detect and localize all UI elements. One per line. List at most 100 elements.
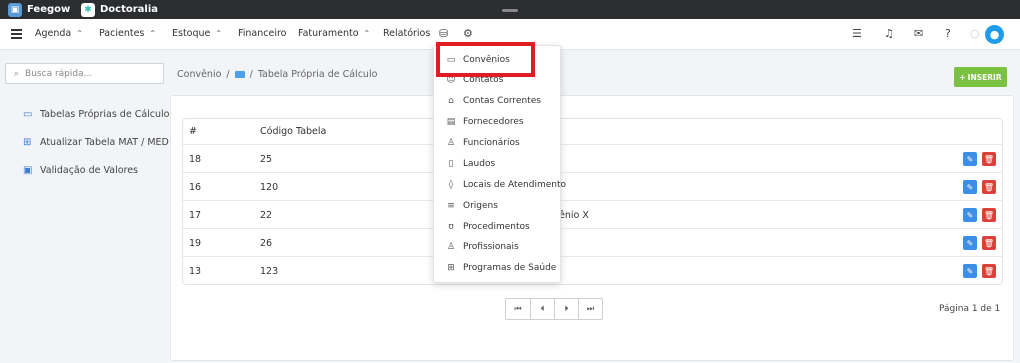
next-page-button[interactable]: ⏵: [554, 299, 578, 319]
box-icon: ▤: [446, 117, 456, 127]
edit-button[interactable]: ✎: [963, 180, 977, 194]
column-header-code: Código Tabela: [260, 126, 327, 137]
plus-icon: +: [959, 72, 966, 82]
sidebar-item-tabelas-proprias[interactable]: ▭ Tabelas Próprias de Cálculo: [23, 109, 169, 120]
bell-icon[interactable]: ♫: [884, 27, 894, 40]
menu-item-locais-atendimento[interactable]: ◊ Locais de Atendimento: [446, 180, 566, 190]
search-input[interactable]: ⌕ Busca rápida...: [5, 63, 164, 84]
breadcrumb-separator: /: [226, 69, 230, 80]
page-info: Página 1 de 1: [939, 304, 1001, 314]
menu-item-contas-correntes[interactable]: ⌂ Contas Correntes: [446, 96, 541, 106]
nav-relatorios[interactable]: Relatórios: [383, 28, 430, 39]
sidebar-item-label: Validação de Valores: [40, 165, 139, 176]
prev-page-icon: ⏴: [540, 304, 545, 313]
nav-faturamento[interactable]: Faturamento ⌃: [298, 28, 370, 39]
search-placeholder: Busca rápida...: [25, 68, 93, 79]
edit-button[interactable]: ✎: [963, 152, 977, 166]
nav-estoque[interactable]: Estoque ⌃: [172, 28, 222, 39]
edit-button[interactable]: ✎: [963, 208, 977, 222]
file-icon: ▯: [448, 159, 454, 169]
menu-item-label: Funcionários: [463, 138, 520, 148]
doctoralia-logo-icon: ✱: [81, 2, 95, 17]
edit-icon: ✎: [966, 210, 974, 220]
avatar[interactable]: ●: [985, 25, 1004, 44]
table-row[interactable]: 17 22 ênio X ✎ 🗑: [183, 200, 1002, 228]
sidebar-item-atualizar-tabela[interactable]: ⊞ Atualizar Tabela MAT / MED: [23, 137, 169, 148]
menu-icon[interactable]: [11, 29, 22, 41]
edit-icon: ✎: [966, 238, 974, 248]
location-icon: ◊: [448, 180, 454, 190]
trash-icon: 🗑: [983, 238, 995, 248]
table-row[interactable]: 13 123 ✎ 🗑: [183, 256, 1002, 284]
nav-pacientes[interactable]: Pacientes ⌃: [99, 28, 156, 39]
cell-id: 17: [189, 210, 202, 221]
menu-item-label: Origens: [463, 201, 498, 211]
prev-page-button[interactable]: ⏴: [530, 299, 554, 319]
chat-icon[interactable]: ✉: [914, 27, 923, 40]
delete-button[interactable]: 🗑: [982, 152, 996, 166]
nav-financeiro-label: Financeiro: [238, 28, 287, 39]
app-tab-bar: ▣ Feegow ✱ Doctoralia: [0, 0, 1020, 19]
delete-button[interactable]: 🗑: [982, 208, 996, 222]
sidebar-item-validacao[interactable]: ▣ Validação de Valores: [23, 165, 138, 176]
last-page-icon: ⏭: [586, 304, 595, 313]
gear-icon[interactable]: ⚙: [463, 27, 473, 40]
menu-item-procedimentos[interactable]: ʊ Procedimentos: [446, 222, 530, 232]
chevron-updown-icon: ⌃: [215, 29, 223, 38]
breadcrumb-separator: /: [249, 69, 253, 80]
sidebar-item-label: Atualizar Tabela MAT / MED: [40, 137, 169, 148]
bank-icon: ⌂: [448, 96, 454, 106]
card-icon: [234, 71, 245, 78]
list-icon: ≡: [447, 201, 455, 211]
first-page-button[interactable]: ⏮: [506, 299, 530, 319]
nav-agenda[interactable]: Agenda ⌃: [35, 28, 83, 39]
breadcrumb-root[interactable]: Convênio: [177, 69, 221, 80]
feegow-app-tab[interactable]: ▣ Feegow: [8, 0, 70, 19]
card-icon: ▭: [23, 109, 33, 120]
cell-code: 22: [260, 210, 273, 221]
feegow-tab-label: Feegow: [27, 4, 71, 15]
menu-item-label: Laudos: [463, 159, 496, 169]
edit-icon: ✎: [966, 154, 974, 164]
nav-faturamento-label: Faturamento: [298, 28, 359, 39]
table-row[interactable]: 16 120 ✎ 🗑: [183, 172, 1002, 200]
insert-button[interactable]: + INSERIR: [954, 67, 1007, 87]
menu-item-funcionarios[interactable]: ♙ Funcionários: [446, 138, 520, 148]
doctoralia-app-tab[interactable]: ✱ Doctoralia: [81, 0, 158, 19]
table-row[interactable]: 18 25 ✎ 🗑: [183, 144, 1002, 172]
chevron-updown-icon: ⌃: [149, 29, 157, 38]
delete-button[interactable]: 🗑: [982, 264, 996, 278]
insert-button-label: INSERIR: [967, 72, 1002, 82]
highlight-box: [436, 42, 535, 77]
tasks-icon[interactable]: ☰: [852, 27, 862, 40]
delete-button[interactable]: 🗑: [982, 236, 996, 250]
menu-item-profissionais[interactable]: ♙ Profissionais: [446, 242, 519, 252]
menu-item-label: Fornecedores: [463, 117, 524, 127]
nav-relatorios-label: Relatórios: [383, 28, 431, 39]
nav-estoque-label: Estoque: [172, 28, 211, 39]
grid-icon: ⊞: [23, 137, 32, 148]
stethoscope-icon: ʊ: [448, 222, 454, 232]
menu-item-label: Locais de Atendimento: [463, 180, 567, 190]
menu-item-laudos[interactable]: ▯ Laudos: [446, 159, 496, 169]
menu-item-origens[interactable]: ≡ Origens: [446, 201, 498, 211]
menu-item-fornecedores[interactable]: ▤ Fornecedores: [446, 117, 524, 127]
edit-button[interactable]: ✎: [963, 236, 977, 250]
cell-code: 120: [260, 182, 279, 193]
cell-code: 26: [260, 238, 273, 249]
pagination: ⏮ ⏴ ⏵ ⏭: [505, 298, 603, 320]
database-icon[interactable]: ⛁: [439, 27, 448, 40]
feegow-logo-icon: ▣: [8, 2, 22, 17]
next-page-icon: ⏵: [564, 304, 569, 313]
cell-code: 123: [260, 266, 279, 277]
last-page-button[interactable]: ⏭: [578, 299, 602, 319]
sidebar-item-label: Tabelas Próprias de Cálculo: [40, 109, 170, 120]
edit-button[interactable]: ✎: [963, 264, 977, 278]
nav-financeiro[interactable]: Financeiro: [238, 28, 287, 39]
drag-handle[interactable]: [502, 9, 518, 12]
help-icon[interactable]: ?: [945, 27, 951, 40]
menu-item-programas-saude[interactable]: ⊞ Programas de Saúde: [446, 263, 556, 273]
table-row[interactable]: 19 26 ✎ 🗑: [183, 228, 1002, 256]
data-table: # Código Tabela 18 25 ✎ 🗑 16 120 ✎ 🗑 17 …: [182, 118, 1003, 285]
delete-button[interactable]: 🗑: [982, 180, 996, 194]
